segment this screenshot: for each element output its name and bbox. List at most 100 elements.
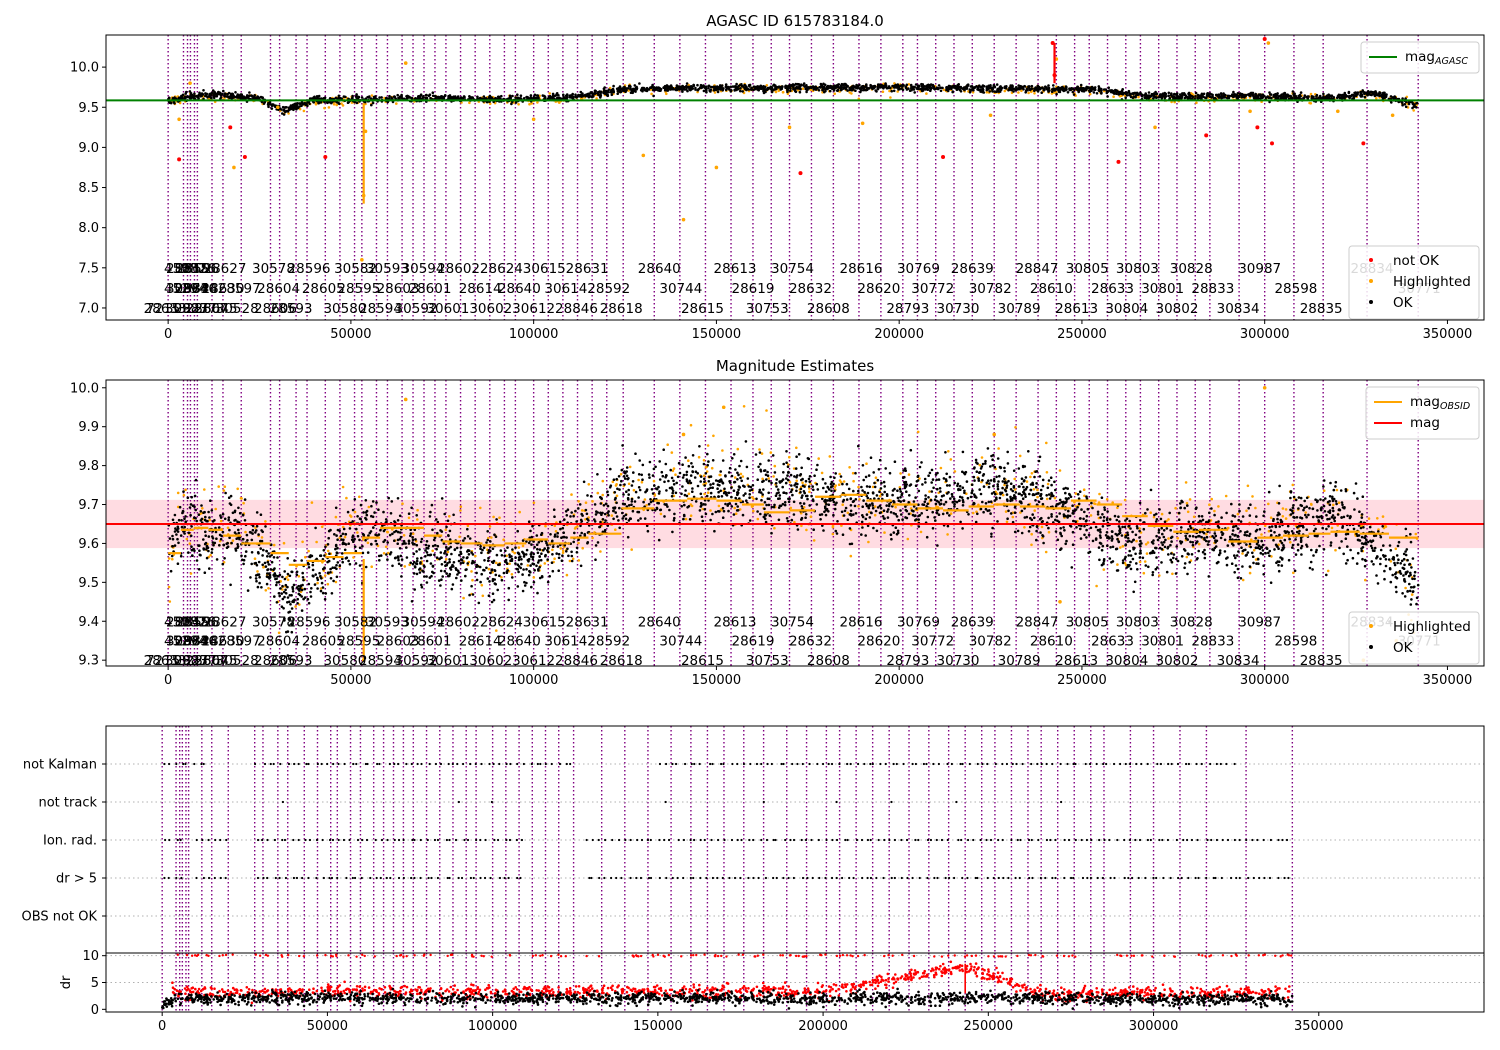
highlighted-point (889, 96, 892, 99)
ok-point (1299, 91, 1303, 94)
ok-point (1125, 91, 1128, 94)
ok-point (849, 509, 853, 513)
ok-point (1024, 476, 1028, 479)
highlighted-point (906, 537, 910, 541)
obsid-label: 30805 (1066, 261, 1109, 277)
ok-point (263, 561, 267, 565)
ok-point (288, 574, 292, 578)
ok-point (229, 95, 232, 99)
ok-point (1311, 568, 1314, 571)
highlighted-point (789, 506, 793, 510)
highlighted-point (1121, 545, 1125, 548)
highlighted-point (946, 533, 949, 536)
highlighted-point (481, 594, 485, 598)
ok-point (1126, 537, 1130, 540)
panel-0-ytick-label: 7.0 (78, 301, 99, 316)
ok-point (291, 585, 294, 589)
ok-point (332, 579, 335, 583)
ok-point (313, 583, 317, 586)
plot-layer: AGASC ID 615783184.072154538245294282772… (22, 12, 1485, 1034)
ok-point (410, 506, 413, 510)
ok-point (483, 559, 486, 562)
ok-point (561, 526, 565, 530)
ok-point (623, 483, 626, 486)
highlighted-point (431, 549, 435, 553)
ok-point (767, 491, 770, 495)
highlighted-point (1332, 503, 1335, 507)
ok-point (1334, 500, 1338, 503)
highlighted-point (1158, 574, 1161, 577)
ok-point (475, 571, 478, 575)
ok-point (1274, 92, 1277, 96)
highlighted-point (345, 496, 348, 500)
highlighted-point (1381, 515, 1385, 518)
highlighted-point (244, 530, 247, 534)
ok-point (540, 552, 543, 555)
ok-point (1234, 524, 1238, 528)
ok-point (1108, 518, 1112, 521)
highlighted-point (774, 90, 778, 94)
highlighted-point (327, 106, 331, 109)
ok-point (1175, 557, 1178, 561)
ok-point (1273, 95, 1277, 98)
ok-point (981, 89, 984, 92)
ok-point (1110, 90, 1114, 93)
obsid-label: 28595 (337, 281, 380, 297)
ok-point (1347, 90, 1351, 94)
ok-point (884, 467, 887, 470)
ok-point (1092, 91, 1096, 94)
ok-point (183, 532, 186, 535)
ok-point (1170, 540, 1173, 543)
ok-point (387, 496, 391, 500)
legend-label: Highlighted (1393, 274, 1471, 290)
highlighted-point (223, 485, 227, 489)
ok-point (1027, 530, 1031, 533)
ok-point (270, 107, 274, 110)
ok-point (889, 511, 893, 514)
highlighted-point (1292, 571, 1295, 575)
highlighted-point (201, 507, 204, 510)
ok-point (436, 95, 439, 99)
ok-point (317, 94, 321, 98)
ok-point (476, 95, 479, 99)
highlighted-point (1375, 97, 1378, 100)
obsid-label: 28616 (839, 261, 882, 277)
obsid-label: 28613 (1055, 301, 1098, 317)
legend-marker (1369, 279, 1373, 283)
ok-point (303, 587, 307, 591)
ok-point (322, 549, 326, 552)
highlighted-point (416, 508, 419, 512)
ok-point (179, 96, 182, 100)
ok-point (462, 539, 465, 542)
ok-point (1294, 538, 1297, 541)
obsid-label: 28601 (408, 281, 451, 297)
ok-point (547, 97, 551, 100)
obsid-label: 30802 (1155, 301, 1198, 317)
highlighted-point (214, 507, 217, 511)
ok-point (400, 93, 403, 97)
highlighted-point (448, 515, 451, 518)
highlighted-point (444, 528, 448, 532)
ok-point (705, 91, 708, 94)
highlighted-point (1089, 514, 1093, 517)
ok-point (1370, 560, 1374, 563)
ok-point (1098, 86, 1101, 90)
obsid-label: 30769 (897, 261, 940, 277)
ok-point (1370, 93, 1373, 97)
ok-point (284, 110, 287, 114)
ok-point (699, 83, 703, 87)
highlighted-point (217, 485, 220, 488)
panel-0-ytick-label: 8.0 (78, 221, 99, 236)
ok-point (758, 488, 762, 492)
ok-point (628, 84, 631, 88)
highlighted-point (581, 546, 584, 550)
panel-0-xtick-label: 250000 (1057, 327, 1107, 342)
ok-point (665, 489, 668, 492)
ok-point (686, 89, 689, 93)
ok-point (1152, 97, 1155, 100)
ok-point (260, 96, 264, 99)
panel-0-ytick-label: 10.0 (70, 61, 99, 76)
ok-point (1155, 518, 1159, 521)
ok-point (1101, 525, 1105, 528)
ok-point (1296, 543, 1300, 546)
